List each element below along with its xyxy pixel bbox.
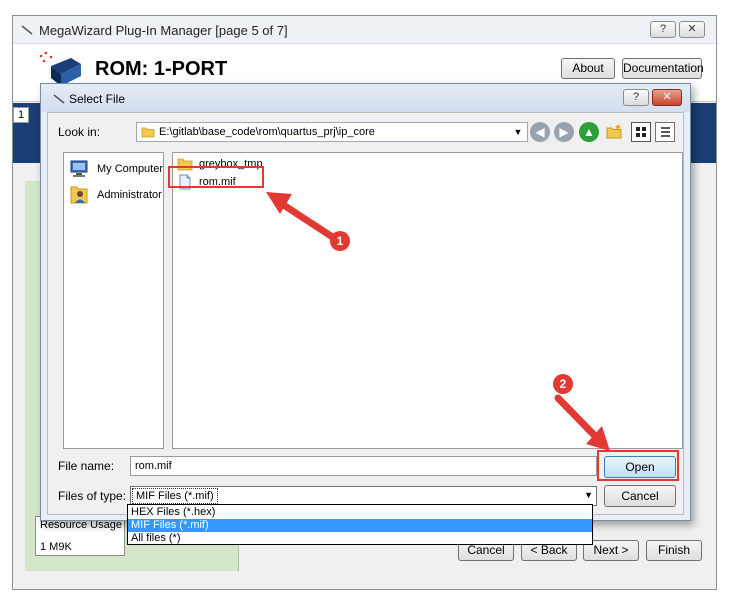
annotation-badge-1: 1 — [330, 231, 350, 251]
annotation-arrows — [266, 192, 610, 451]
annotation-badge-2: 2 — [553, 374, 573, 394]
arrow-2 — [554, 394, 600, 441]
arrow-1 — [278, 200, 338, 242]
